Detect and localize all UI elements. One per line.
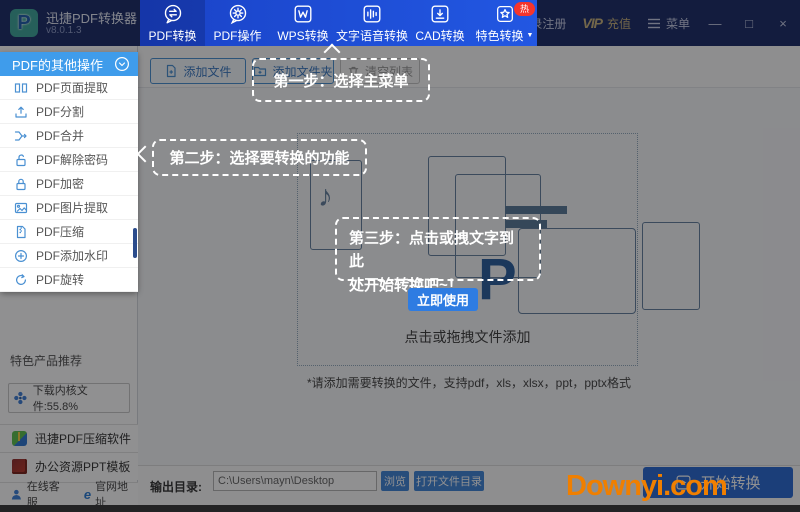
sidebar-item-merge[interactable]: PDF合并 [0, 124, 138, 148]
tutorial-step2-tooltip: 第二步：选择要转换的功能 [152, 139, 367, 176]
sidebar-item-rotate[interactable]: PDF旋转 [0, 268, 138, 292]
tutorial-step3-tooltip: 第三步：点击或拽文字到此 处开始转换吧~！ [335, 217, 541, 294]
add-circle-icon [14, 249, 28, 262]
tutorial-step1-tooltip: 第一步：选择主菜单 [252, 58, 430, 102]
special-convert-icon [496, 5, 513, 22]
use-now-button[interactable]: 立即使用 [408, 288, 478, 311]
voice-convert-icon [363, 5, 381, 22]
sidebar-item-image-extract[interactable]: PDF图片提取 [0, 196, 138, 220]
lock-icon [16, 178, 26, 190]
main-menu-tabs: PDF转换 PDF操作 WPS转换 文字语音转换 CAD转换 热 特色转换 ▼ [140, 0, 537, 46]
merge-icon [14, 130, 27, 141]
sidebar-item-split[interactable]: PDF分割 [0, 100, 138, 124]
downyi-watermark: Downyi.com [566, 470, 728, 502]
tab-text-voice-convert[interactable]: 文字语音转换 [336, 0, 408, 46]
tab-pdf-convert[interactable]: PDF转换 [140, 0, 205, 46]
app-window: P 迅捷PDF转换器 v8.0.1.3 登录注册 VIP 充值 菜单 — □ ×… [0, 0, 800, 512]
pdf-convert-icon [164, 4, 181, 23]
compress-icon [16, 225, 26, 238]
pdf-operations-panel: PDF的其他操作 PDF页面提取 PDF分割 PDF合并 PDF解除密码 PDF… [0, 52, 138, 292]
sidebar-scrollbar-thumb[interactable] [133, 228, 137, 258]
split-icon [15, 106, 27, 118]
sidebar-item-encrypt[interactable]: PDF加密 [0, 172, 138, 196]
pages-icon [14, 82, 28, 93]
hot-badge: 热 [514, 2, 536, 16]
panel-header[interactable]: PDF的其他操作 [0, 52, 138, 76]
sidebar-item-compress[interactable]: PDF压缩 [0, 220, 138, 244]
chevron-down-icon: ▼ [526, 31, 534, 39]
unlock-icon [16, 153, 26, 166]
sidebar-item-page-extract[interactable]: PDF页面提取 [0, 76, 138, 100]
tab-pdf-operate[interactable]: PDF操作 [205, 0, 270, 46]
tab-special-convert[interactable]: 热 特色转换 ▼ [472, 0, 537, 46]
image-icon [14, 202, 28, 213]
tab-cad-convert[interactable]: CAD转换 [408, 0, 472, 46]
cad-convert-icon [431, 5, 449, 22]
rotate-icon [16, 273, 26, 285]
tab-wps-convert[interactable]: WPS转换 [270, 0, 336, 46]
wps-convert-icon [294, 5, 312, 22]
sidebar-item-remove-password[interactable]: PDF解除密码 [0, 148, 138, 172]
collapse-circle-icon[interactable] [114, 56, 130, 72]
sidebar-item-watermark[interactable]: PDF添加水印 [0, 244, 138, 268]
pdf-operate-icon [229, 4, 246, 24]
